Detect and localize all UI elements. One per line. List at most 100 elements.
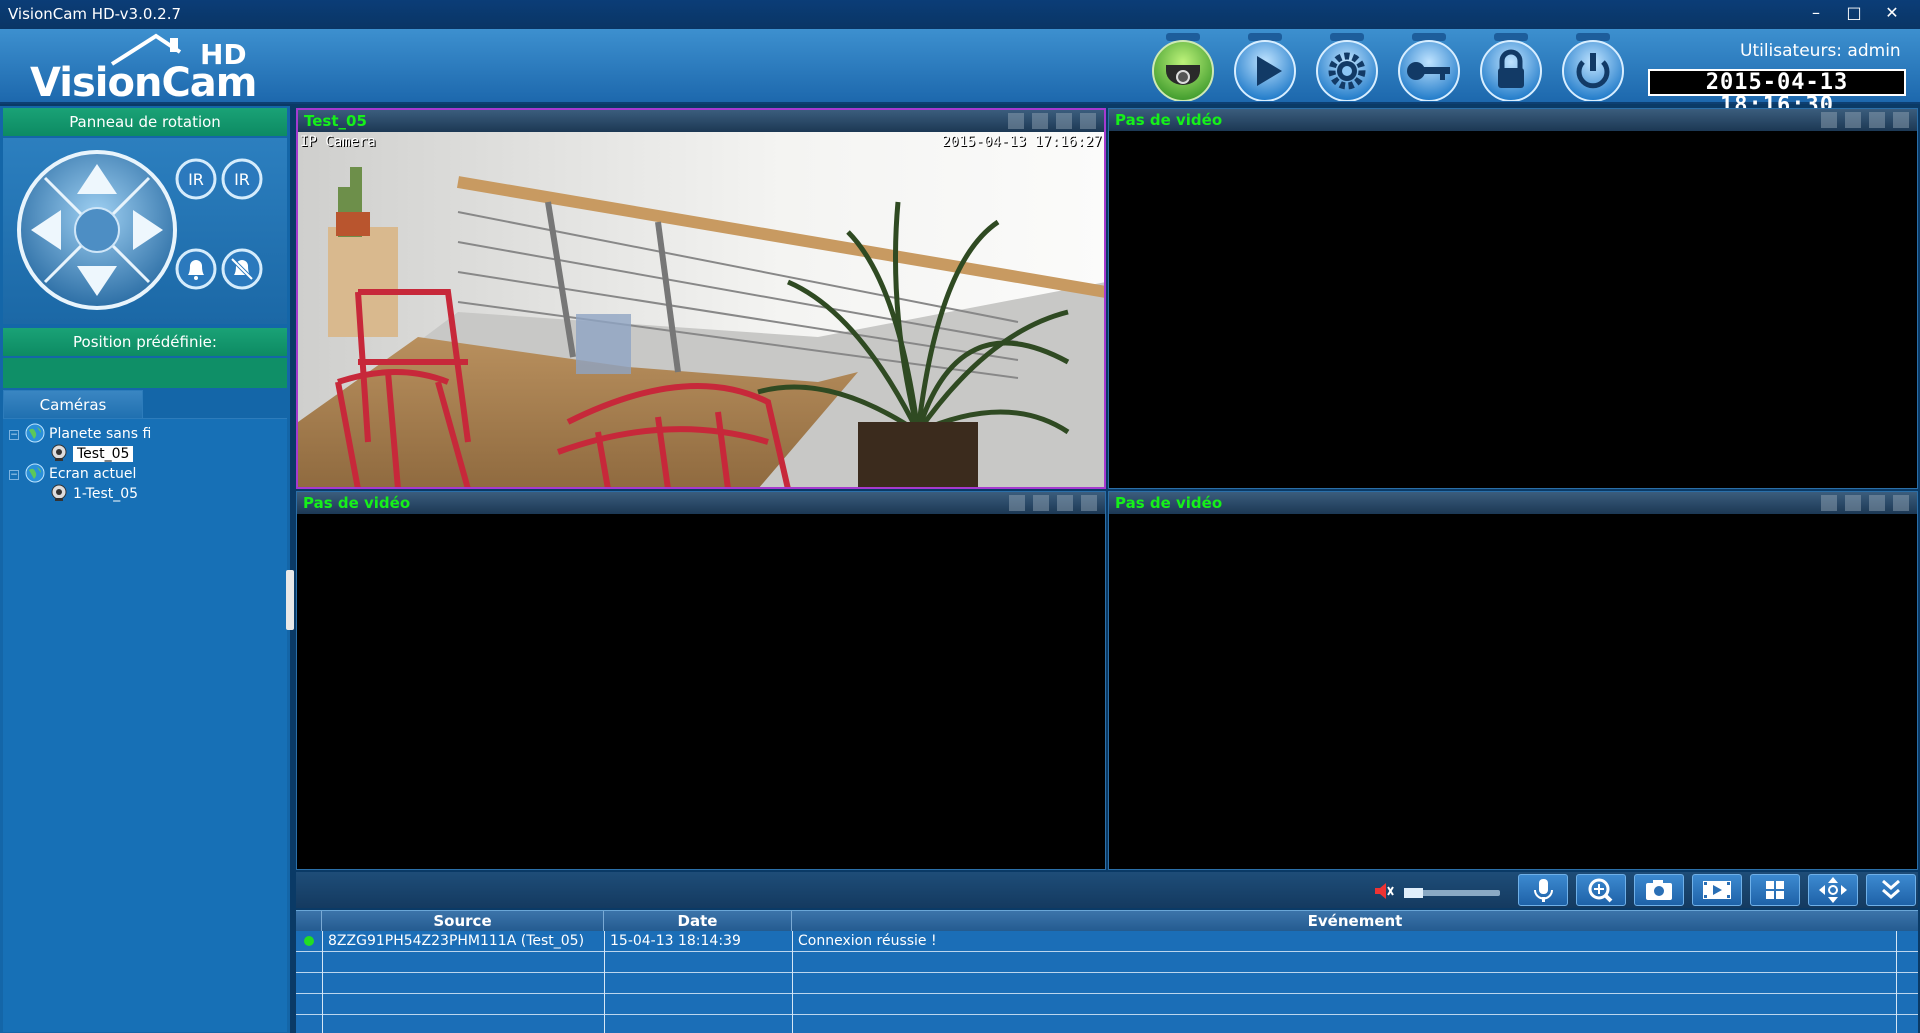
maximize-button[interactable]: □ (1838, 2, 1870, 24)
fullscreen-arrows-icon (1819, 877, 1847, 903)
camera-node-icon (51, 444, 67, 461)
user-label: Utilisateurs: admin (1740, 41, 1901, 61)
lock-button[interactable] (1476, 31, 1546, 102)
tree-group-current-screen[interactable]: − Ecran actuel (9, 463, 136, 483)
maximize-icon[interactable] (1893, 495, 1909, 511)
preset-position-title: Position prédéfinie: (3, 328, 287, 356)
wrench-icon[interactable] (1009, 495, 1025, 511)
video-cell-title: Test_05 (304, 112, 367, 130)
camera-feed: IP Camera 2015-04-13 17:16:27 (298, 132, 1104, 487)
preset-position-select[interactable] (3, 358, 287, 388)
camera-scene-image (298, 132, 1104, 487)
record-icon[interactable] (1869, 495, 1885, 511)
key-button[interactable] (1394, 31, 1464, 102)
video-cell-1[interactable]: Test_05 IP Camera 2015-04-13 17:16:27 (296, 108, 1106, 489)
ir-off-button[interactable]: IR (221, 158, 263, 200)
title-bar: VisionCam HD-v3.0.2.7 – □ ✕ (0, 0, 1920, 29)
header-bar: VisionCam HD Utilisateurs: admin 2015-04… (0, 29, 1920, 117)
speaker-icon[interactable] (1845, 495, 1861, 511)
wrench-icon[interactable] (1821, 495, 1837, 511)
expand-log-button[interactable] (1866, 874, 1916, 906)
rotation-panel-title: Panneau de rotation (3, 108, 287, 136)
tree-camera-1-test05[interactable]: 1-Test_05 (49, 483, 138, 503)
fullscreen-button[interactable] (1808, 874, 1858, 906)
tree-expander[interactable]: − (9, 430, 19, 440)
panel-collapse-handle[interactable] (286, 570, 294, 630)
globe-icon (25, 463, 45, 483)
microphone-button[interactable] (1518, 874, 1568, 906)
record-film-icon (1703, 881, 1731, 899)
osd-camera-label: IP Camera (300, 134, 376, 150)
alarm-off-button[interactable] (221, 248, 263, 290)
column-event[interactable]: Evénement (792, 911, 1918, 931)
osd-timestamp: 2015-04-13 17:16:27 (941, 134, 1102, 150)
table-row[interactable]: 8ZZG91PH54Z23PHM111A (Test_05) 15-04-13 … (296, 931, 1918, 952)
video-cell-2[interactable]: Pas de vidéo (1108, 108, 1918, 489)
table-row (296, 973, 1918, 994)
window-title: VisionCam HD-v3.0.2.7 (8, 5, 182, 23)
record-button[interactable] (1692, 874, 1742, 906)
alarm-bell-button[interactable] (175, 248, 217, 290)
camera-node-icon (51, 484, 67, 501)
event-log-table: Source Date Evénement 8ZZG91PH54Z23PHM11… (296, 910, 1918, 1033)
speaker-muted-icon[interactable] (1372, 880, 1394, 902)
tree-camera-test05[interactable]: Test_05 (49, 443, 134, 463)
table-row (296, 994, 1918, 1015)
ir-off-label: IR (234, 170, 250, 189)
column-source[interactable]: Source (322, 911, 604, 931)
table-row (296, 952, 1918, 973)
chevron-down-double-icon (1882, 879, 1900, 899)
grid-layout-icon (1766, 881, 1784, 899)
video-cell-3[interactable]: Pas de vidéo (296, 491, 1106, 870)
video-cell-header: Pas de vidéo (297, 492, 1105, 514)
logo: VisionCam HD (28, 32, 258, 106)
speaker-icon[interactable] (1032, 113, 1048, 129)
settings-gear-icon (1316, 33, 1378, 102)
video-cell-title: Pas de vidéo (303, 494, 411, 512)
play-icon (1234, 33, 1296, 102)
column-date[interactable]: Date (604, 911, 792, 931)
snapshot-camera-icon (1646, 880, 1672, 900)
wrench-icon[interactable] (1008, 113, 1024, 129)
event-log-header: Source Date Evénement (296, 911, 1918, 931)
bottom-toolbar (296, 872, 1918, 908)
clock-text: 2015-04-13 18:16:30 (1650, 71, 1904, 117)
globe-icon (25, 423, 45, 443)
speaker-icon[interactable] (1845, 112, 1861, 128)
tab-cameras[interactable]: Caméras (3, 390, 143, 418)
video-cell-4[interactable]: Pas de vidéo (1108, 491, 1918, 870)
maximize-icon[interactable] (1081, 495, 1097, 511)
zoom-in-button[interactable] (1576, 874, 1626, 906)
live-view-button[interactable] (1148, 31, 1218, 102)
record-icon[interactable] (1057, 495, 1073, 511)
logo-hd: HD (200, 38, 247, 71)
power-button[interactable] (1558, 31, 1628, 102)
tree-expander[interactable]: − (9, 470, 19, 480)
close-button[interactable]: ✕ (1876, 2, 1908, 24)
maximize-icon[interactable] (1080, 113, 1096, 129)
record-icon[interactable] (1869, 112, 1885, 128)
ir-on-button[interactable]: IR (175, 158, 217, 200)
log-source: 8ZZG91PH54Z23PHM111A (Test_05) (328, 933, 585, 949)
zoom-in-icon (1588, 878, 1613, 903)
maximize-icon[interactable] (1893, 112, 1909, 128)
grid-layout-button[interactable] (1750, 874, 1800, 906)
log-event: Connexion réussie ! (798, 933, 937, 949)
video-cell-header: Test_05 (298, 110, 1104, 132)
volume-slider[interactable] (1404, 888, 1500, 898)
camera-tree: − Planete sans fi Test_05 − Ecran actuel 1… (3, 418, 287, 1032)
record-icon[interactable] (1056, 113, 1072, 129)
minimize-button[interactable]: – (1800, 2, 1832, 24)
video-cell-title: Pas de vidéo (1115, 111, 1223, 129)
power-icon (1562, 33, 1624, 102)
ptz-joystick[interactable] (15, 148, 179, 312)
speaker-icon[interactable] (1033, 495, 1049, 511)
wrench-icon[interactable] (1821, 112, 1837, 128)
video-grid: Test_05 IP Camera 2015-04-13 17:16:27 Pa… (296, 108, 1918, 870)
snapshot-button[interactable] (1634, 874, 1684, 906)
tree-camera-label: 1-Test_05 (73, 486, 139, 502)
settings-button[interactable] (1312, 31, 1382, 102)
tree-group-wireless[interactable]: − Planete sans fi (9, 423, 151, 443)
playback-button[interactable] (1230, 31, 1300, 102)
microphone-icon (1534, 879, 1553, 902)
